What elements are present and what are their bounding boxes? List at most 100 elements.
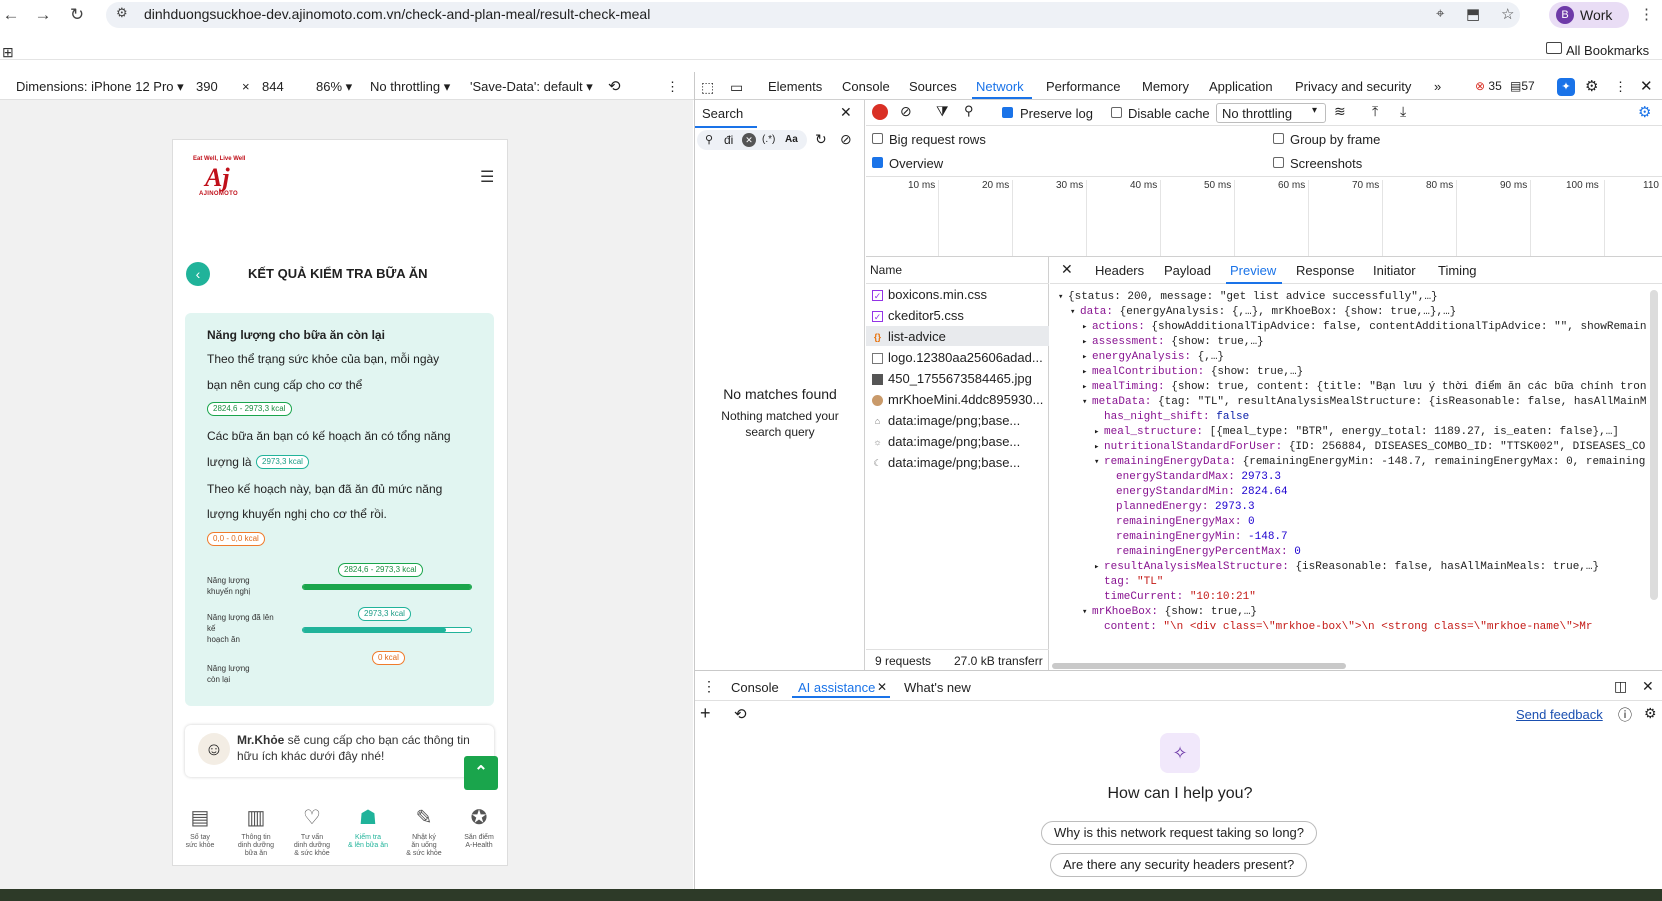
expand-right-icon[interactable]: ▸ (1094, 440, 1104, 455)
request-row[interactable]: data:image/png;base... (888, 434, 1020, 449)
clear-search-icon[interactable]: ✕ (742, 133, 756, 147)
back-button[interactable]: ‹ (186, 262, 210, 286)
devtools-menu-icon[interactable]: ⋮ (1614, 79, 1627, 95)
regex-toggle[interactable]: (.*) (762, 134, 775, 145)
json-preview-line[interactable]: ▸ meal_structure: [{meal_type: "BTR", ene… (1050, 425, 1650, 440)
tab-elements[interactable]: Elements (768, 79, 822, 94)
tab-payload[interactable]: Payload (1164, 263, 1211, 278)
scroll-top-button[interactable]: ⌃ (464, 756, 498, 790)
drawer-tab-whats-new[interactable]: What's new (904, 680, 971, 695)
bottom-nav-item-tu-van[interactable]: ♡ Tư vấn dinh dưỡng & sức khỏe (285, 806, 339, 858)
bookmark-star-icon[interactable]: ☆ (1501, 5, 1514, 23)
json-preview-line[interactable]: ▸ actions: {showAdditionalTipAdvice: fals… (1050, 320, 1650, 335)
json-preview-line[interactable]: ▸ mealTiming: {show: true, content: {titl… (1050, 380, 1650, 395)
expand-down-icon[interactable]: ▾ (1070, 305, 1080, 320)
name-column-header[interactable]: Name (870, 263, 902, 277)
ajinomoto-logo[interactable]: Aj (205, 163, 230, 193)
tab-timing[interactable]: Timing (1438, 263, 1477, 278)
request-row[interactable]: mrKhoeMini.4ddc895930... (888, 392, 1043, 407)
profile-avatar[interactable]: B (1556, 6, 1574, 24)
settings-gear-icon[interactable]: ⚙ (1585, 77, 1598, 95)
more-tabs-icon[interactable]: » (1434, 79, 1441, 94)
expand-right-icon[interactable]: ▸ (1082, 335, 1092, 350)
device-throttling-select[interactable]: No throttling ▾ (370, 79, 450, 95)
error-count[interactable]: ⊗ 35 (1475, 79, 1502, 93)
ai-settings-icon[interactable]: ⚙ (1644, 705, 1657, 722)
clear-log-icon[interactable]: ⊘ (900, 103, 912, 120)
horizontal-scrollbar[interactable] (1052, 663, 1346, 669)
request-row[interactable]: boxicons.min.css (888, 287, 987, 302)
screenshots-checkbox[interactable] (1273, 157, 1284, 168)
tab-headers[interactable]: Headers (1095, 263, 1144, 278)
drawer-menu-icon[interactable]: ⋮ (702, 678, 716, 695)
history-icon[interactable]: ⟲ (734, 705, 747, 723)
json-preview-line[interactable]: ▸ energyAnalysis: {,…} (1050, 350, 1650, 365)
location-icon[interactable]: ⌖ (1436, 5, 1444, 22)
save-data-select[interactable]: 'Save-Data': default ▾ (470, 79, 593, 95)
request-row[interactable]: 450_1755673584465.jpg (888, 371, 1032, 386)
tab-privacy-security[interactable]: Privacy and security (1295, 79, 1411, 94)
json-preview-line[interactable]: ▾ data: {energyAnalysis: {,…}, mrKhoeBox:… (1050, 305, 1650, 320)
overview-checkbox[interactable] (872, 157, 883, 168)
expand-right-icon[interactable]: ▸ (1082, 320, 1092, 335)
dock-side-icon[interactable]: ◫ (1614, 678, 1627, 695)
close-search-icon[interactable]: ✕ (840, 104, 852, 121)
preserve-log-checkbox[interactable] (1002, 107, 1013, 118)
tab-memory[interactable]: Memory (1142, 79, 1189, 94)
request-row[interactable]: ckeditor5.css (888, 308, 964, 323)
site-settings-icon[interactable]: ⚙ (116, 5, 128, 21)
profile-label[interactable]: Work (1580, 7, 1612, 23)
forward-arrow-icon[interactable]: → (32, 4, 54, 26)
expand-right-icon[interactable]: ▸ (1094, 560, 1104, 575)
tab-initiator[interactable]: Initiator (1373, 263, 1416, 278)
refresh-search-icon[interactable]: ↻ (815, 131, 827, 148)
json-preview-line[interactable]: ▸ resultAnalysisMealStructure: {isReasona… (1050, 560, 1650, 575)
url-text[interactable]: dinhduongsuckhoe-dev.ajinomoto.com.vn/ch… (144, 6, 650, 22)
json-preview-line[interactable]: ▾ {status: 200, message: "get list advice… (1050, 290, 1650, 305)
new-chat-icon[interactable]: + (700, 703, 711, 724)
json-preview-line[interactable]: ▸ assessment: {show: true,…} (1050, 335, 1650, 350)
json-preview-line[interactable]: ▾ remainingEnergyData: {remainingEnergyMi… (1050, 455, 1650, 470)
send-feedback-link[interactable]: Send feedback (1516, 707, 1603, 722)
close-drawer-icon[interactable]: ✕ (1642, 678, 1654, 695)
bottom-nav-item-so-tay[interactable]: ▤ Sổ tay sức khỏe (173, 806, 227, 850)
request-row[interactable]: data:image/png;base... (888, 455, 1020, 470)
match-case-toggle[interactable]: Aa (785, 134, 798, 145)
drawer-tab-ai-assistance[interactable]: AI assistance (798, 680, 875, 695)
expand-right-icon[interactable]: ▸ (1082, 380, 1092, 395)
search-network-icon[interactable]: ⚲ (964, 103, 974, 119)
device-more-icon[interactable]: ⋮ (666, 79, 679, 95)
tab-console[interactable]: Console (842, 79, 890, 94)
group-by-frame-checkbox[interactable] (1273, 133, 1284, 144)
expand-down-icon[interactable]: ▾ (1082, 395, 1092, 410)
json-preview-line[interactable]: ▾ metaData: {tag: "TL", resultAnalysisMea… (1050, 395, 1650, 410)
back-arrow-icon[interactable]: ← (0, 4, 22, 26)
tab-performance[interactable]: Performance (1046, 79, 1120, 94)
message-count[interactable]: ▤57 (1510, 79, 1535, 93)
ai-badge-icon[interactable]: ✦ (1557, 78, 1575, 96)
apps-grid-icon[interactable]: ⊞ (2, 44, 14, 61)
request-row[interactable]: logo.12380aa25606adad... (888, 350, 1043, 365)
tab-sources[interactable]: Sources (909, 79, 957, 94)
import-har-icon[interactable]: ⤒ (1372, 103, 1378, 120)
json-preview-line[interactable]: ▾ mrKhoeBox: {show: true,…} (1050, 605, 1650, 620)
json-preview-line[interactable]: ▸ mealContribution: {show: true,…} (1050, 365, 1650, 380)
expand-right-icon[interactable]: ▸ (1094, 425, 1104, 440)
expand-down-icon[interactable]: ▾ (1058, 290, 1068, 305)
bottom-nav-item-nhat-ky[interactable]: ✎ Nhật ký ăn uống & sức khỏe (397, 806, 451, 858)
expand-down-icon[interactable]: ▾ (1094, 455, 1104, 470)
zoom-select[interactable]: 86% ▾ (316, 79, 352, 95)
tab-network[interactable]: Network (976, 79, 1024, 94)
tab-preview[interactable]: Preview (1230, 263, 1276, 278)
help-icon[interactable]: ⓘ (1618, 705, 1632, 725)
device-width-input[interactable]: 390 (196, 79, 218, 94)
bottom-nav-item-kiem-tra[interactable]: ☗ Kiểm tra & lên bữa ăn (341, 806, 395, 850)
network-settings-icon[interactable]: ⚙ (1638, 103, 1651, 121)
clear-results-icon[interactable]: ⊘ (840, 131, 852, 148)
hamburger-menu-icon[interactable]: ☰ (480, 167, 494, 187)
close-ai-tab-icon[interactable]: ✕ (877, 680, 887, 694)
install-app-icon[interactable]: ⬒ (1466, 5, 1480, 23)
expand-right-icon[interactable]: ▸ (1082, 365, 1092, 380)
all-bookmarks-button[interactable]: All Bookmarks (1566, 43, 1649, 58)
drawer-tab-console[interactable]: Console (731, 680, 779, 695)
